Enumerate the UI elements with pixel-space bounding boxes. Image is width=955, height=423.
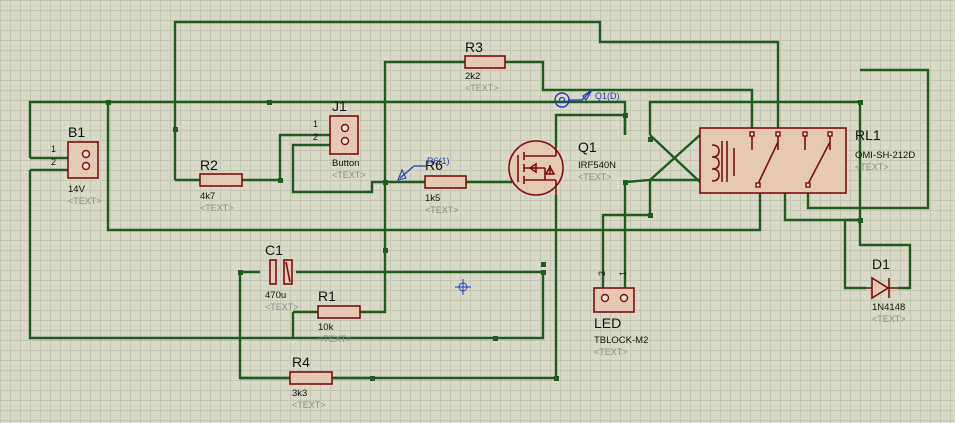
origin-marker bbox=[455, 279, 471, 295]
r1-resistor[interactable]: R1 10k <TEXT> bbox=[317, 288, 361, 344]
led-text: <TEXT> bbox=[594, 347, 628, 357]
q1-text: <TEXT> bbox=[578, 172, 612, 182]
d1-ref: D1 bbox=[872, 256, 890, 272]
r4-text: <TEXT> bbox=[292, 400, 326, 410]
r2-resistor[interactable]: R2 4k7 <TEXT> bbox=[199, 157, 243, 213]
q1-mosfet[interactable]: Q1 IRF540N <TEXT> bbox=[508, 139, 616, 196]
q1-ref: Q1 bbox=[578, 139, 597, 155]
wire-r1-right[interactable] bbox=[360, 182, 387, 314]
j1-ref: J1 bbox=[332, 98, 347, 114]
r1-text: <TEXT> bbox=[318, 334, 352, 344]
b1-pin1-label: 1 bbox=[51, 144, 56, 154]
led-value: TBLOCK-M2 bbox=[594, 335, 648, 346]
r4-resistor[interactable]: R4 3k3 <TEXT> bbox=[289, 354, 333, 410]
q1d-voltage-probe[interactable]: Q1(D) bbox=[554, 89, 620, 108]
d1-diode[interactable]: D1 1N4148 <TEXT> bbox=[866, 256, 906, 324]
b1-connector[interactable]: 1 2 B1 14V <TEXT> bbox=[51, 124, 102, 206]
rl1-text: <TEXT> bbox=[855, 162, 889, 172]
rl1-ref: RL1 bbox=[855, 127, 881, 143]
b1-pin2-label: 2 bbox=[51, 157, 56, 167]
r2-value: 4k7 bbox=[200, 191, 215, 202]
b1-text: <TEXT> bbox=[68, 196, 102, 206]
led-pin1-label: 1 bbox=[618, 271, 628, 276]
r2-text: <TEXT> bbox=[200, 203, 234, 213]
c1-text: <TEXT> bbox=[265, 302, 299, 312]
r4-ref: R4 bbox=[292, 354, 310, 370]
r6-value: 1k5 bbox=[425, 193, 440, 204]
led-pin2-label: 2 bbox=[597, 271, 607, 276]
j1-pin2-label: 2 bbox=[313, 132, 318, 142]
j1-value: Button bbox=[332, 158, 359, 169]
c1-capacitor[interactable]: C1 470u <TEXT> bbox=[265, 242, 299, 312]
r6-probe-label: R6(1) bbox=[427, 156, 450, 166]
d1-value: 1N4148 bbox=[872, 302, 905, 313]
r3-ref: R3 bbox=[465, 39, 483, 55]
c1-ref: C1 bbox=[265, 242, 283, 258]
d1-text: <TEXT> bbox=[872, 314, 906, 324]
c1-value: 470u bbox=[265, 290, 286, 301]
j1-connector[interactable]: 1 2 J1 Button <TEXT> bbox=[313, 98, 366, 180]
rl1-relay[interactable]: RL1 OMI-SH-212D <TEXT> bbox=[699, 127, 915, 194]
wire-d1-right[interactable] bbox=[858, 220, 912, 290]
r4-value: 3k3 bbox=[292, 388, 307, 399]
r3-text: <TEXT> bbox=[465, 83, 499, 93]
wire-r3-right[interactable] bbox=[505, 60, 754, 135]
wire-d1-loop[interactable] bbox=[843, 218, 866, 290]
rl1-value: OMI-SH-212D bbox=[855, 150, 915, 161]
b1-value: 14V bbox=[68, 184, 86, 195]
wire-coil-cross[interactable] bbox=[624, 134, 701, 184]
r6-text: <TEXT> bbox=[425, 205, 459, 215]
r1-ref: R1 bbox=[318, 288, 336, 304]
b1-ref: B1 bbox=[68, 124, 85, 140]
r3-value: 2k2 bbox=[465, 71, 480, 82]
r3-resistor[interactable]: R3 2k2 <TEXT> bbox=[464, 39, 506, 93]
r2-ref: R2 bbox=[200, 157, 218, 173]
j1-pin1-label: 1 bbox=[313, 119, 318, 129]
wire-q1-source[interactable] bbox=[238, 195, 558, 380]
q1d-probe-label: Q1(D) bbox=[595, 91, 620, 101]
led-ref: LED bbox=[594, 315, 621, 331]
j1-text: <TEXT> bbox=[332, 170, 366, 180]
q1-value: IRF540N bbox=[578, 160, 616, 171]
r1-value: 10k bbox=[318, 322, 334, 333]
schematic-canvas[interactable]: 1 2 B1 14V <TEXT> R2 4k7 <TEXT> 1 2 J1 B… bbox=[0, 0, 955, 423]
